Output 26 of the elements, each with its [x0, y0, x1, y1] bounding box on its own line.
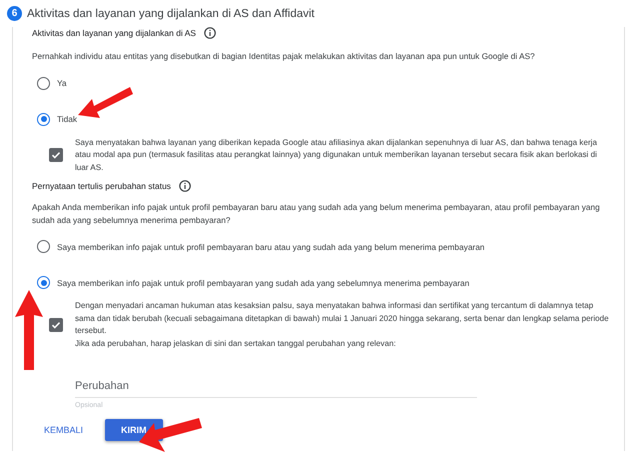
section-heading: Pernyataan tertulis perubahan status — [32, 181, 171, 191]
checkbox[interactable] — [49, 148, 63, 162]
declaration-text: Dengan menyadari ancaman hukuman atas kesaksian palsu, saya menyatakan bahwa informasi dan sertifikat yang tercantum di dalamnya tetap sama dan tidak berubah (kecuali sebagaimana ditetapkan di bawah) mulai 1 Januari 2020 hingga sekarang, serta benar dan lengkap selama periode tersebut. — [75, 300, 610, 337]
check-icon — [51, 320, 61, 330]
back-button[interactable]: KEMBALI — [40, 419, 88, 441]
question-text: Pernahkah individu atau entitas yang disebutkan di bagian Identitas pajak melakukan aktivitas dan layanan apa pun untuk Google di AS? — [32, 50, 536, 62]
step-number: 6 — [7, 6, 22, 21]
arrow-annotation — [78, 85, 134, 121]
info-icon[interactable] — [204, 27, 216, 39]
option-label: Saya memberikan info pajak untuk profil pembayaran baru atau yang sudah ada yang belum menerima pembayaran — [57, 242, 485, 252]
radio-button[interactable] — [37, 276, 50, 289]
radio-button[interactable] — [37, 112, 50, 126]
option-label: Ya — [57, 78, 67, 88]
radio-button[interactable] — [37, 76, 50, 90]
section-heading: Aktivitas dan layanan yang dijalankan di AS — [32, 28, 196, 38]
option-label: Saya memberikan info pajak untuk profil pembayaran yang sudah ada yang sebelumnya menerima pembayaran — [57, 278, 470, 288]
declaration-text: Jika ada perubahan, harap jelaskan di sini dan sertakan tanggal perubahan yang relevan: — [75, 338, 397, 350]
step-title: Aktivitas dan layanan yang dijalankan di AS dan Affidavit — [27, 8, 314, 20]
option-label: Tidak — [57, 114, 77, 124]
check-icon — [51, 150, 61, 160]
declaration-text: Saya menyatakan bahwa layanan yang diberikan kepada Google atau afiliasinya akan dijalankan sepenuhnya di luar AS, dan bahwa tenaga kerja atau modal apa pun (termasuk fasilitas atau perangkat lainnya) yang digunakan untuk memberikan layanan tersebut secara fisik akan berlokasi di luar AS. — [75, 136, 598, 174]
changes-input[interactable]: Perubahan — [75, 380, 477, 398]
radio-button[interactable] — [37, 240, 50, 253]
info-icon[interactable] — [178, 180, 191, 192]
checkbox[interactable] — [49, 318, 63, 332]
question-text: Apakah Anda memberikan info pajak untuk profil pembayaran baru atau yang sudah ada yang belum menerima pembayaran, atau profil pembayaran yang sudah ada yang sebelumnya menerima pembayaran? — [32, 201, 601, 226]
